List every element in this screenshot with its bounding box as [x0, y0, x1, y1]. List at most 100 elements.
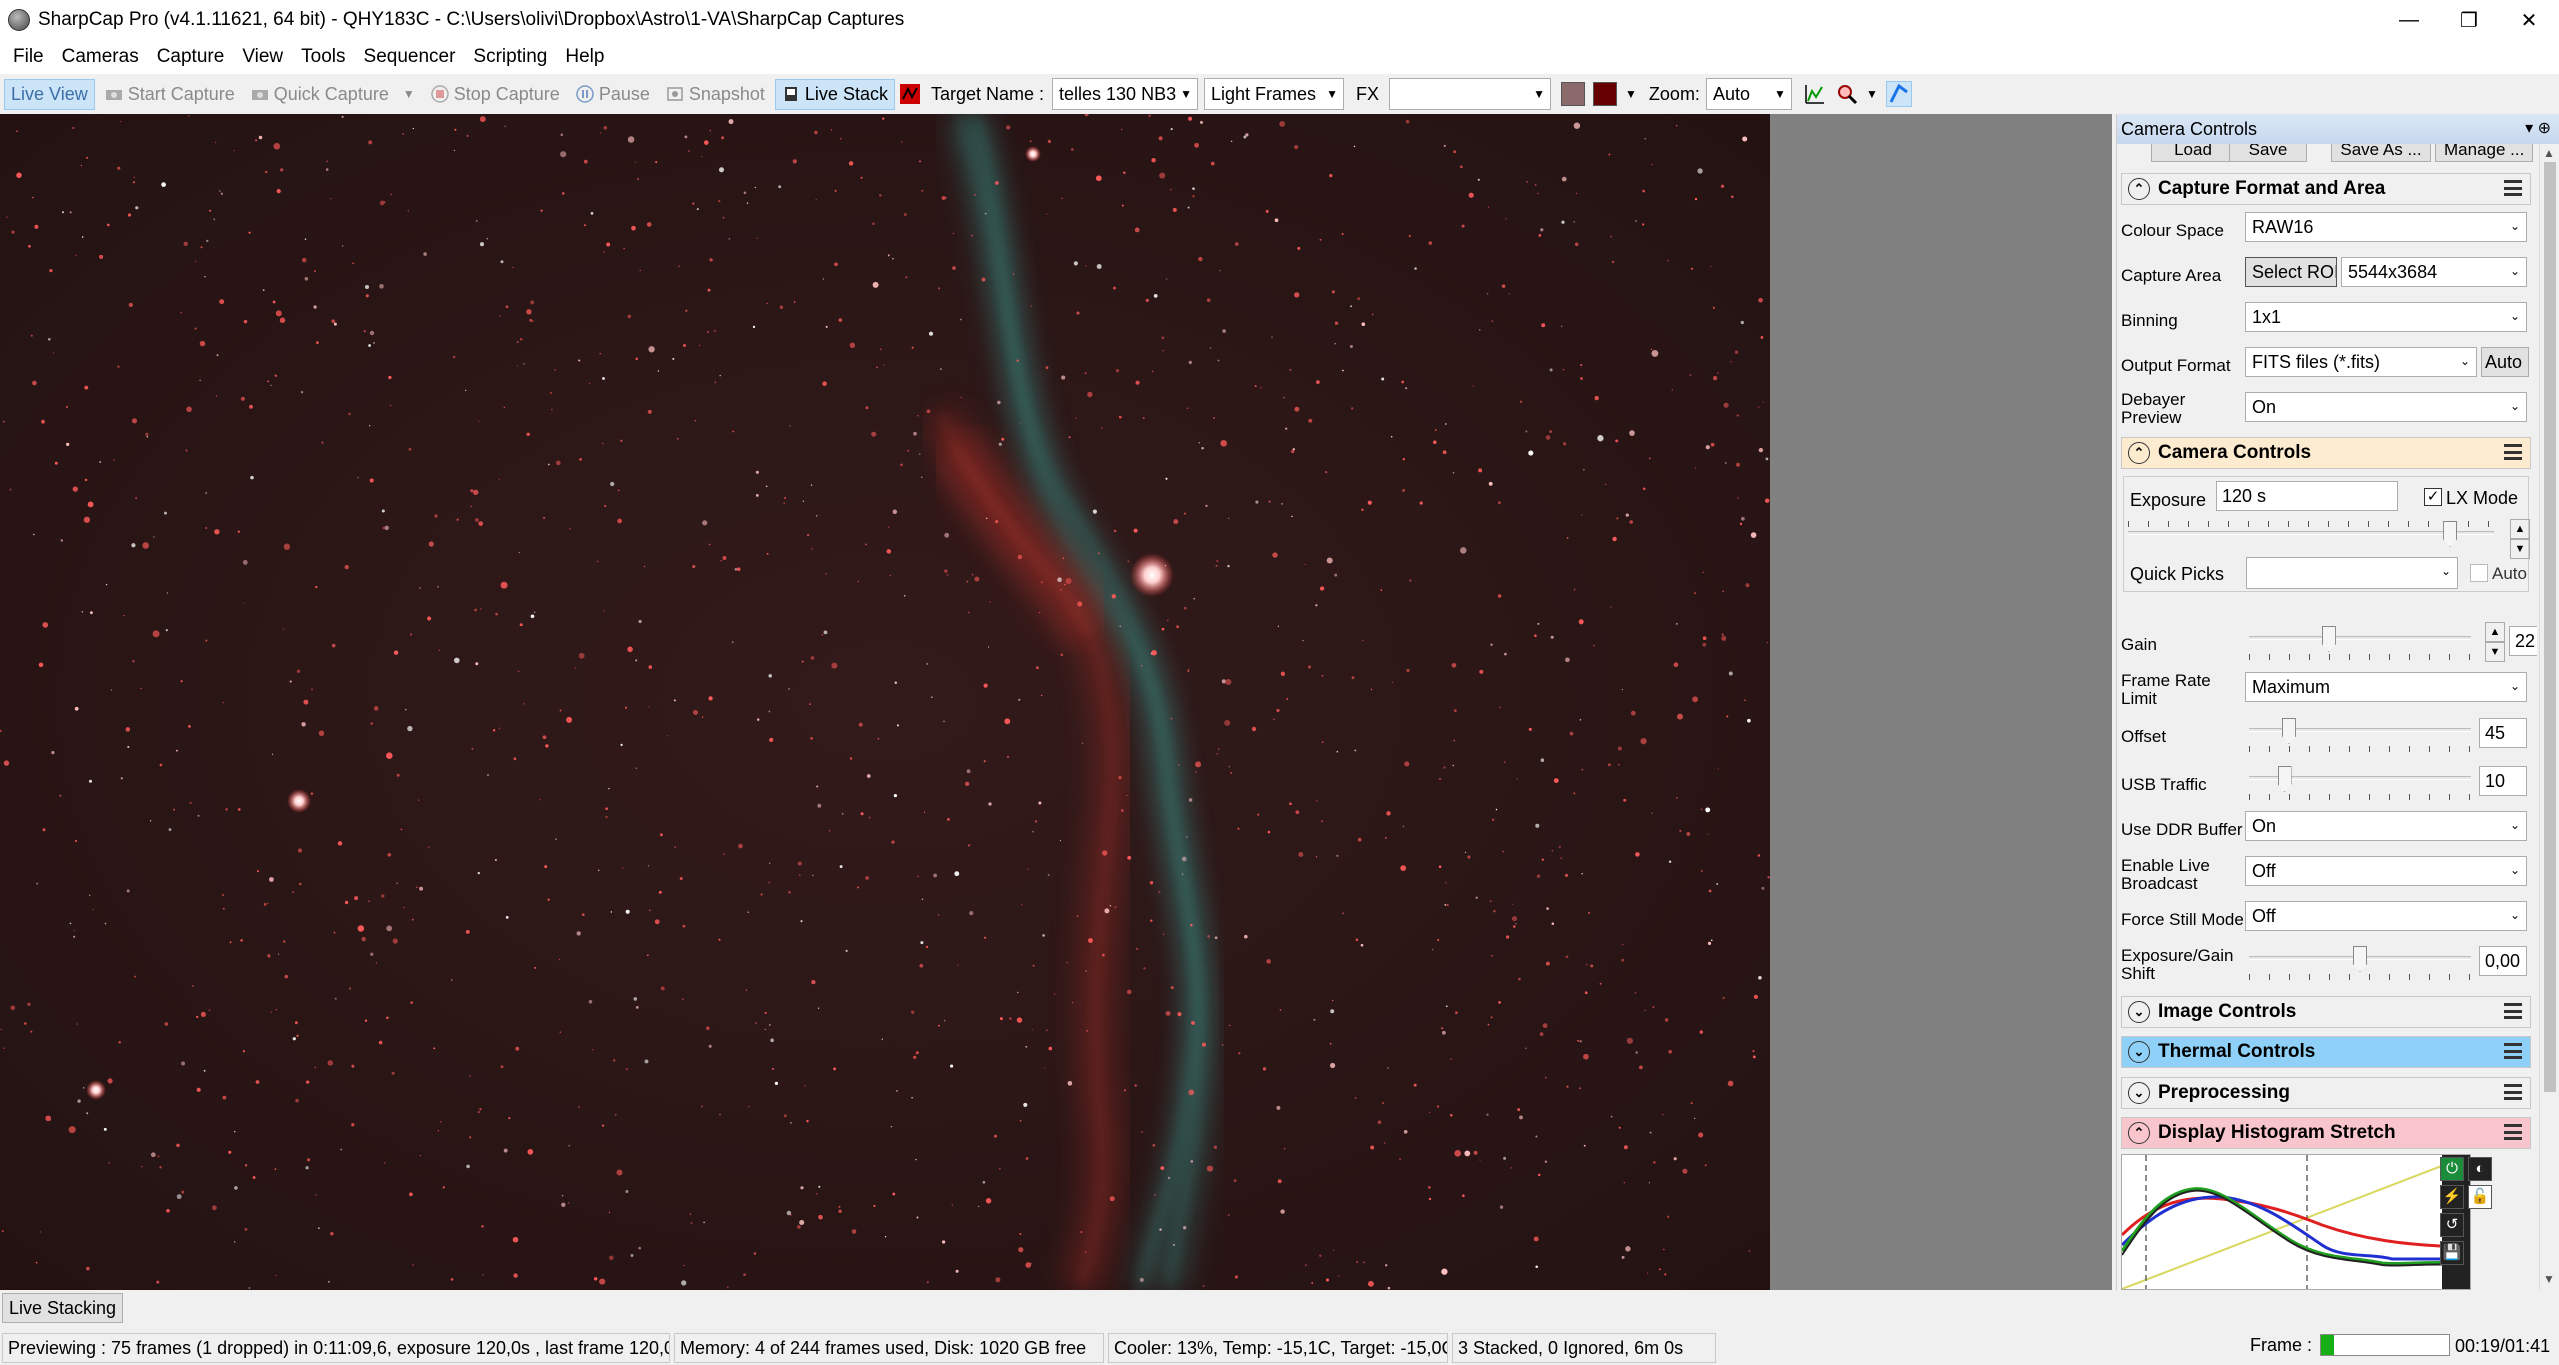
slider-knob[interactable]	[2277, 766, 2292, 792]
target-name-combo[interactable]: telles 130 NB3 ▼	[1052, 78, 1199, 110]
focus-assist-icon[interactable]	[1593, 82, 1618, 106]
reset-icon[interactable]: ↺	[2440, 1213, 2464, 1237]
magnifier-icon[interactable]	[1836, 83, 1858, 105]
live-broadcast-select[interactable]: Off ⌄	[2245, 856, 2527, 886]
gain-input[interactable]: 22	[2509, 626, 2537, 656]
menu-file[interactable]: File	[4, 46, 53, 68]
thermal-controls-header[interactable]: ⌄ Thermal Controls	[2121, 1036, 2531, 1068]
hamburger-menu-icon[interactable]	[2504, 180, 2522, 196]
scroll-down-icon[interactable]: ▼	[2543, 1272, 2555, 1286]
frame-type-select[interactable]: Light Frames ▼	[1204, 78, 1345, 110]
sequence-icon[interactable]	[899, 83, 921, 105]
gain-slider[interactable]	[2249, 626, 2471, 660]
start-capture-button[interactable]: Start Capture	[99, 80, 241, 109]
capture-area-select[interactable]: 5544x3684 ⌄	[2341, 257, 2527, 287]
frame-rate-select[interactable]: Maximum ⌄	[2245, 672, 2527, 702]
star	[1042, 934, 1045, 937]
capture-format-header[interactable]: ⌃ Capture Format and Area	[2121, 173, 2531, 205]
offset-slider[interactable]	[2249, 718, 2471, 752]
force-still-select[interactable]: Off ⌄	[2245, 901, 2527, 931]
binning-select[interactable]: 1x1 ⌄	[2245, 302, 2527, 332]
lightning-icon[interactable]: ⚡	[2440, 1185, 2464, 1209]
menu-capture[interactable]: Capture	[148, 46, 234, 68]
quick-picks-select[interactable]: ⌄	[2246, 557, 2458, 589]
histogram-chart-icon[interactable]	[1804, 83, 1826, 105]
star	[1517, 1108, 1521, 1112]
live-stack-button[interactable]: Live Stack	[774, 78, 895, 110]
debayer-preview-select[interactable]: On ⌄	[2245, 392, 2527, 422]
hamburger-menu-icon[interactable]	[2504, 1043, 2522, 1059]
slider-knob[interactable]	[2443, 521, 2458, 547]
panel-scrollbar[interactable]: ▲ ▼	[2539, 144, 2559, 1290]
live-view-button[interactable]: Live View	[4, 78, 95, 110]
lock-icon[interactable]: 🔓	[2468, 1185, 2492, 1209]
exposure-slider[interactable]	[2128, 521, 2494, 555]
slider-knob[interactable]	[2281, 718, 2296, 744]
close-button[interactable]: ✕	[2499, 0, 2559, 40]
menu-help[interactable]: Help	[556, 46, 613, 68]
menu-cameras[interactable]: Cameras	[53, 46, 148, 68]
stop-capture-button[interactable]: Stop Capture	[425, 80, 566, 109]
power-icon[interactable]: ⏻	[2440, 1157, 2464, 1181]
histogram-display[interactable]: ⏻ ◐ ⚡ 🔓 ↺ 💾	[2120, 1154, 2492, 1290]
star	[1222, 329, 1226, 333]
maximize-button[interactable]: ❐	[2439, 0, 2499, 40]
zoom-label: Zoom:	[1648, 83, 1700, 104]
pin-icon[interactable]: ▾ ⊕	[2525, 118, 2551, 138]
slider-knob[interactable]	[2353, 946, 2367, 972]
colour-space-select[interactable]: RAW16 ⌄	[2245, 212, 2527, 242]
polar-align-icon[interactable]	[1885, 81, 1912, 107]
star	[1294, 145, 1299, 150]
slider-knob[interactable]	[2321, 626, 2336, 652]
hamburger-menu-icon[interactable]	[2504, 1124, 2522, 1140]
gain-spin-up[interactable]: ▲	[2485, 622, 2505, 642]
image-controls-header[interactable]: ⌄ Image Controls	[2121, 996, 2531, 1028]
scrollbar-thumb[interactable]	[2544, 162, 2556, 1092]
minimize-button[interactable]: —	[2379, 0, 2439, 40]
camera-icon	[251, 90, 268, 100]
reticule-icon[interactable]	[1561, 82, 1586, 106]
save-as-button[interactable]: Save As ...	[2331, 144, 2431, 162]
output-auto-button[interactable]: Auto	[2481, 347, 2529, 377]
hamburger-menu-icon[interactable]	[2504, 1084, 2522, 1100]
exposure-gain-shift-input[interactable]: 0,00	[2479, 946, 2527, 976]
chevron-down-icon[interactable]: ▼	[1866, 87, 1878, 101]
pause-button[interactable]: Pause	[570, 80, 656, 109]
scroll-up-icon[interactable]: ▲	[2543, 146, 2555, 160]
fx-select[interactable]: ▼	[1389, 78, 1552, 110]
menu-sequencer[interactable]: Sequencer	[355, 46, 465, 68]
chevron-down-icon[interactable]: ▼	[1625, 87, 1637, 101]
hamburger-menu-icon[interactable]	[2504, 444, 2522, 460]
histogram-stretch-header[interactable]: ⌃ Display Histogram Stretch	[2121, 1117, 2531, 1149]
chevron-down-icon[interactable]: ▼	[403, 87, 415, 101]
snapshot-button[interactable]: Snapshot	[660, 80, 771, 109]
select-roi-button[interactable]: Select ROI	[2245, 257, 2337, 287]
menu-view[interactable]: View	[233, 46, 292, 68]
lx-mode-checkbox[interactable]: ✓	[2424, 488, 2442, 506]
hamburger-menu-icon[interactable]	[2504, 1003, 2522, 1019]
ddr-buffer-select[interactable]: On ⌄	[2245, 811, 2527, 841]
gain-spin-down[interactable]: ▼	[2485, 642, 2505, 662]
quick-capture-button[interactable]: Quick Capture ▼	[245, 80, 421, 109]
exposure-input[interactable]: 120 s	[2216, 481, 2398, 511]
manage-button[interactable]: Manage ...	[2435, 144, 2533, 162]
load-button[interactable]: Load	[2151, 144, 2235, 162]
save-button[interactable]: Save	[2229, 144, 2307, 162]
contrast-icon[interactable]: ◐	[2468, 1157, 2492, 1181]
image-viewport[interactable]	[0, 114, 2112, 1290]
menu-tools[interactable]: Tools	[292, 46, 354, 68]
menu-scripting[interactable]: Scripting	[464, 46, 556, 68]
exposure-spin-down[interactable]: ▼	[2510, 539, 2530, 559]
offset-input[interactable]: 45	[2479, 718, 2527, 748]
live-stacking-tab[interactable]: Live Stacking	[2, 1293, 124, 1323]
save-icon[interactable]: 💾	[2440, 1241, 2464, 1265]
usb-traffic-input[interactable]: 10	[2479, 766, 2527, 796]
exposure-spin-up[interactable]: ▲	[2510, 519, 2530, 539]
preprocessing-header[interactable]: ⌄ Preprocessing	[2121, 1077, 2531, 1109]
exposure-gain-shift-slider[interactable]	[2249, 946, 2471, 980]
zoom-select[interactable]: Auto ▼	[1705, 78, 1792, 110]
camera-controls-header[interactable]: ⌃ Camera Controls	[2121, 437, 2531, 469]
output-format-select[interactable]: FITS files (*.fits) ⌄	[2245, 347, 2477, 377]
quick-picks-auto-checkbox[interactable]	[2470, 564, 2488, 582]
usb-traffic-slider[interactable]	[2249, 766, 2471, 800]
